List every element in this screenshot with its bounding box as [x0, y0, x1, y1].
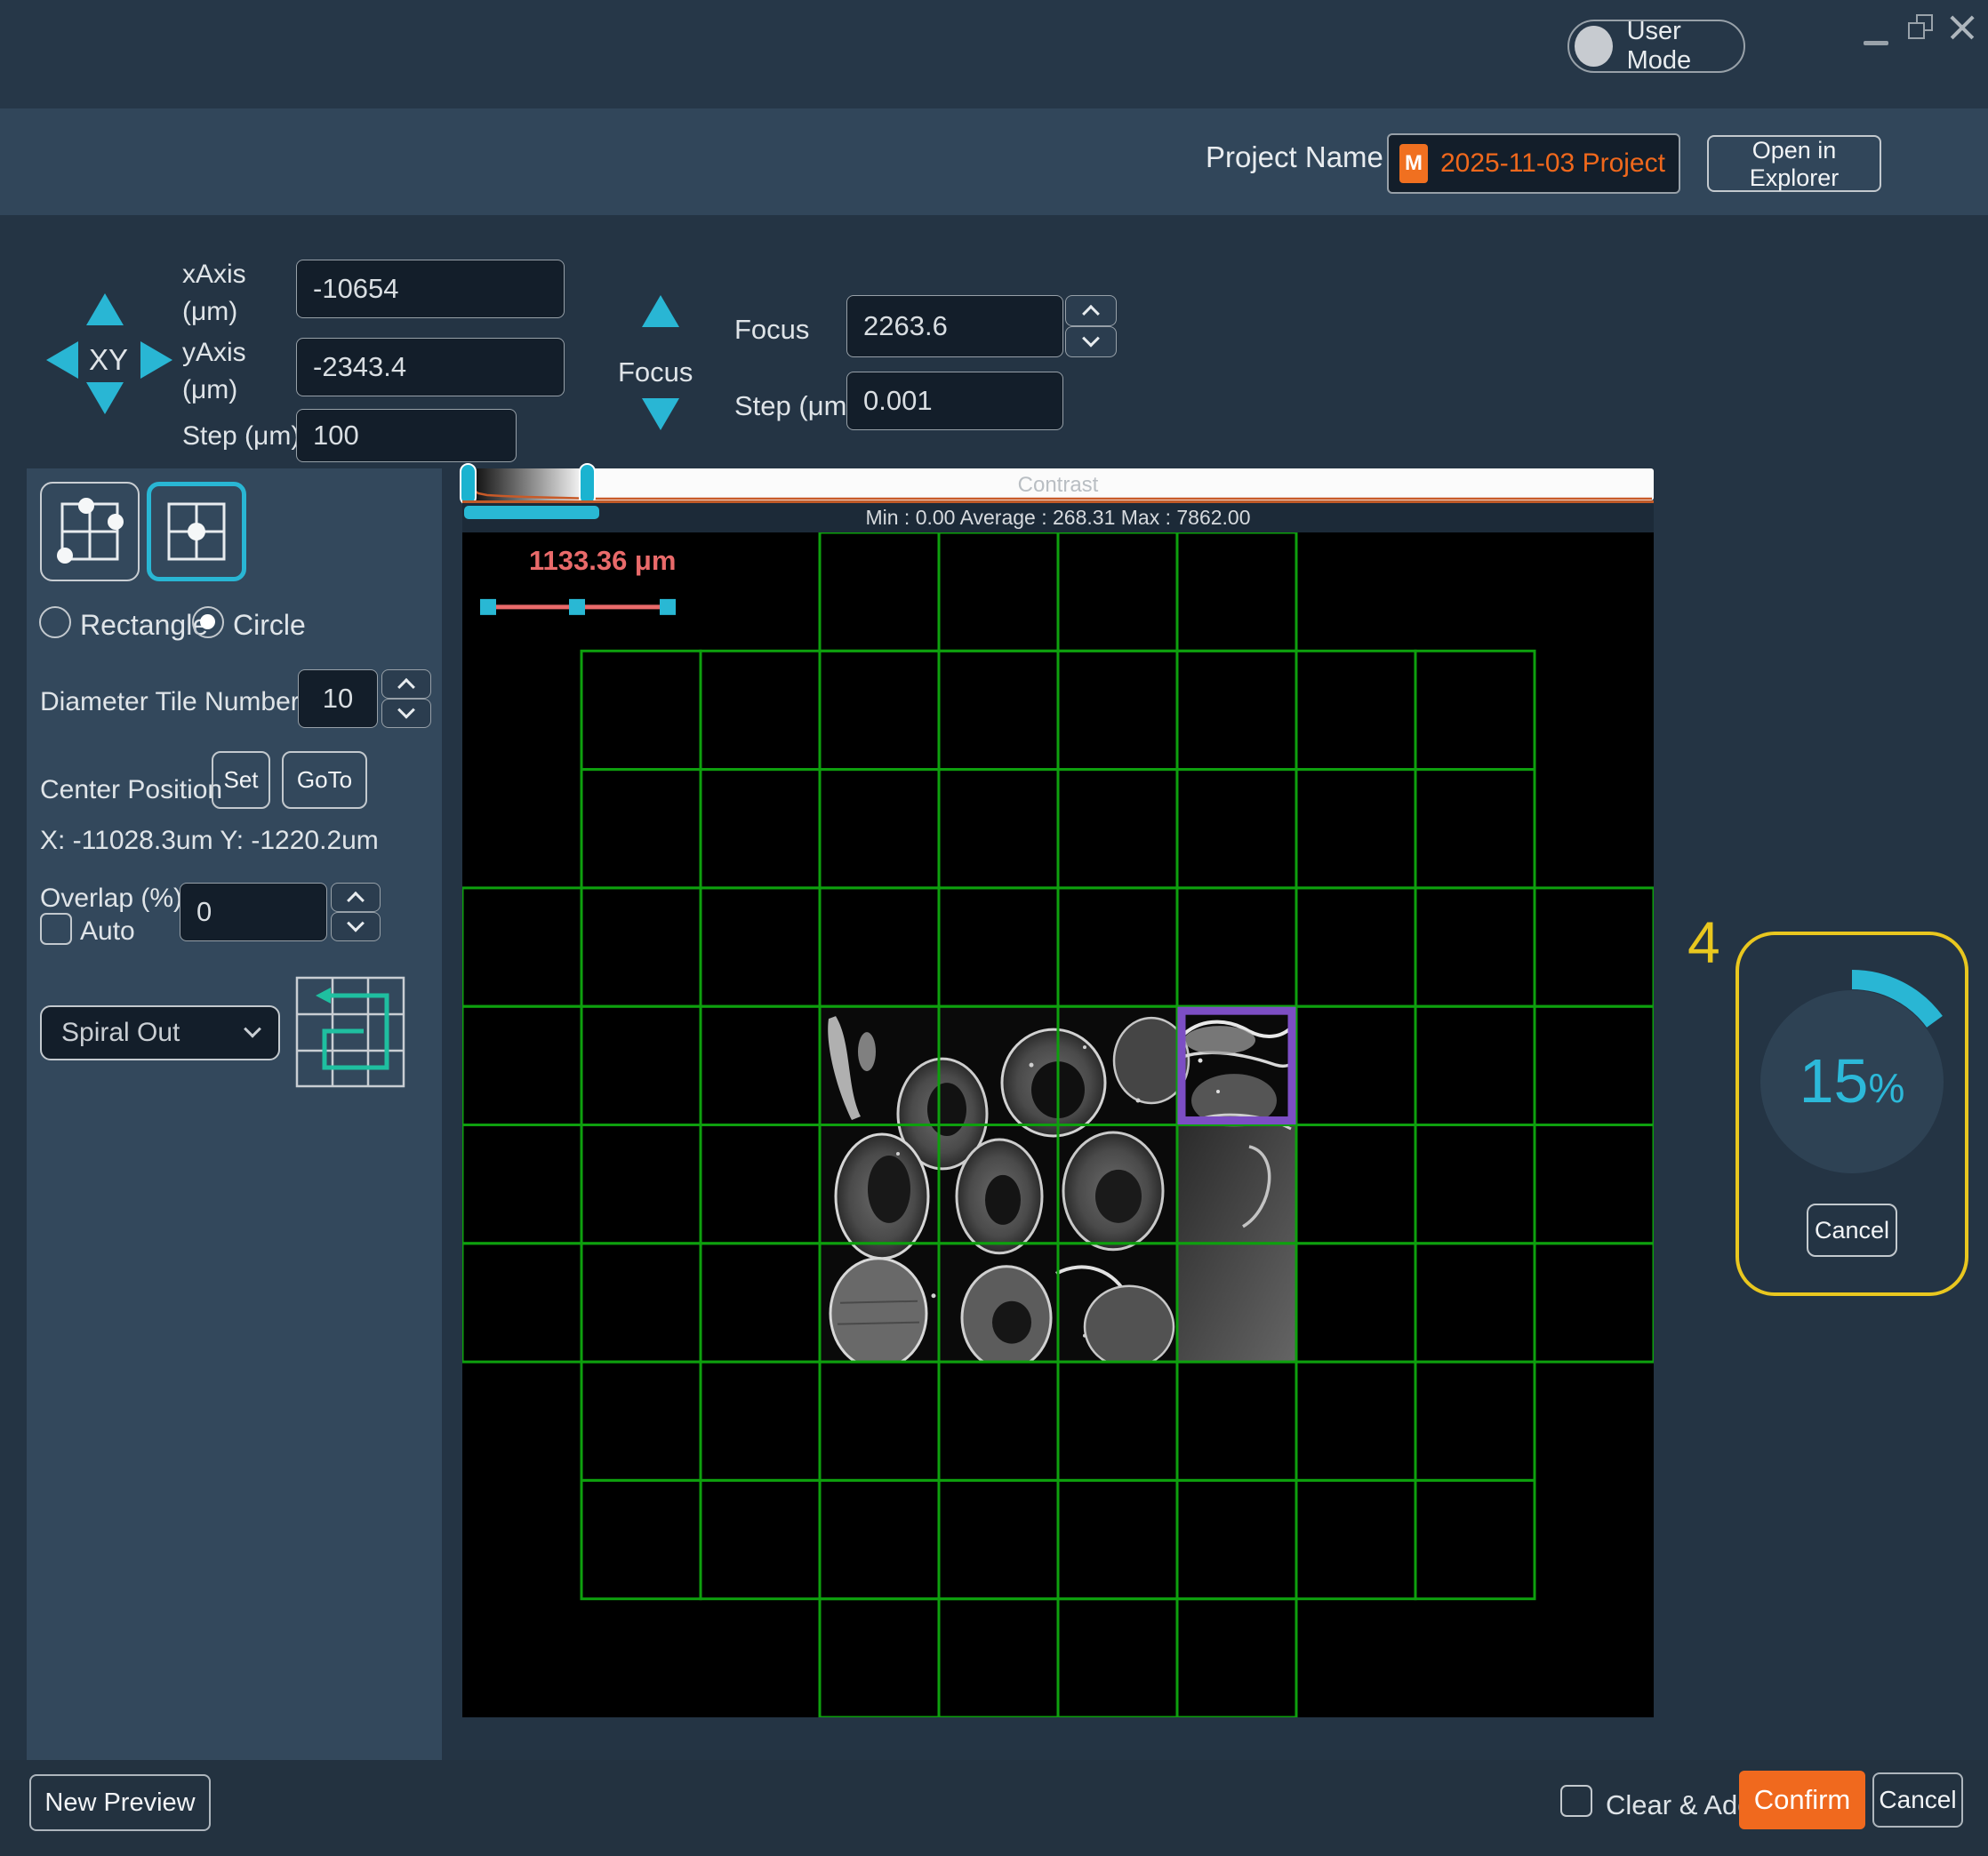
- contrast-min-handle[interactable]: [461, 464, 476, 505]
- chevron-down-icon: [347, 914, 365, 932]
- auto-overlap-checkbox[interactable]: [40, 913, 72, 945]
- chevron-up-icon: [397, 677, 415, 695]
- clear-add-label[interactable]: Clear & Add: [1606, 1787, 1752, 1824]
- center-position-label: Center Position: [40, 772, 222, 809]
- diameter-spin-up-button[interactable]: [381, 669, 431, 699]
- rectangle-radio[interactable]: [39, 606, 71, 638]
- scale-bar-label: 1133.36 μm: [529, 545, 676, 576]
- progress-percent: 15%: [1735, 1045, 1968, 1116]
- chevron-up-icon: [1082, 304, 1100, 322]
- xy-left-arrow[interactable]: [46, 341, 78, 379]
- progress-cancel-button[interactable]: Cancel: [1807, 1204, 1897, 1257]
- app-window: User Mode Project Name M 2025-11-03 Proj…: [0, 0, 1988, 1856]
- scan-order-dropdown[interactable]: Spiral Out: [40, 1005, 280, 1060]
- focus-spin-up-button[interactable]: [1065, 295, 1117, 326]
- contrast-max-handle[interactable]: [580, 464, 595, 505]
- xy-up-arrow[interactable]: [86, 293, 124, 325]
- focus-step-label: Step (μm): [734, 388, 856, 425]
- scan-progress-bar: [464, 506, 599, 519]
- clear-add-checkbox[interactable]: [1560, 1785, 1592, 1817]
- chevron-down-icon: [244, 1020, 261, 1038]
- focus-down-arrow[interactable]: [642, 398, 679, 430]
- grid-center-point-icon: [162, 497, 231, 566]
- diameter-spinner: [381, 669, 431, 728]
- project-name-label: Project Name: [1206, 140, 1383, 174]
- user-mode-toggle[interactable]: User Mode: [1567, 20, 1745, 73]
- chevron-down-icon: [1082, 329, 1100, 347]
- minimize-icon[interactable]: [1864, 41, 1888, 45]
- overlap-spin-down-button[interactable]: [331, 912, 381, 941]
- diameter-tile-number-input[interactable]: [298, 669, 378, 728]
- focus-spin-down-button[interactable]: [1065, 326, 1117, 357]
- image-stats-bar: Min : 0.00 Average : 268.31 Max : 7862.0…: [462, 500, 1654, 532]
- overlap-label: Overlap (%): [40, 880, 182, 917]
- open-in-explorer-button[interactable]: Open in Explorer: [1707, 135, 1881, 192]
- footer-bar: New Preview Clear & Add Confirm Cancel: [0, 1760, 1988, 1856]
- auto-overlap-label[interactable]: Auto: [80, 913, 135, 950]
- grid-corner-points-icon: [55, 497, 124, 566]
- focus-up-arrow[interactable]: [642, 295, 679, 327]
- scale-bar-mid-handle[interactable]: [569, 599, 585, 615]
- xaxis-input[interactable]: [296, 260, 565, 318]
- new-preview-button[interactable]: New Preview: [29, 1774, 211, 1831]
- xaxis-label: xAxis(μm): [182, 256, 246, 331]
- overlap-spinner: [331, 883, 381, 941]
- yaxis-input[interactable]: [296, 338, 565, 396]
- titlebar: User Mode: [0, 0, 1988, 108]
- overlap-spin-up-button[interactable]: [331, 883, 381, 912]
- contrast-bar: Contrast: [462, 463, 1654, 506]
- user-mode-label: User Mode: [1627, 17, 1744, 76]
- circle-radio-label[interactable]: Circle: [233, 606, 306, 644]
- contrast-window: [466, 468, 587, 500]
- xy-down-arrow[interactable]: [86, 382, 124, 414]
- xy-label: XY: [89, 341, 128, 379]
- circle-radio[interactable]: [192, 606, 224, 638]
- tile-settings-panel: Rectangle Circle Diameter Tile Number : …: [27, 468, 442, 1760]
- focus-group-label: Focus: [618, 354, 693, 391]
- goto-button[interactable]: GoTo: [282, 751, 367, 809]
- scale-bar-left-handle[interactable]: [480, 599, 496, 615]
- project-name-value: 2025-11-03 Project: [1440, 148, 1665, 179]
- focus-spinner: [1065, 295, 1117, 357]
- tile-preview-canvas[interactable]: 1133.36 μm: [462, 532, 1654, 1717]
- project-badge-icon: M: [1399, 144, 1428, 183]
- image-stats-text: Min : 0.00 Average : 268.31 Max : 7862.0…: [865, 506, 1250, 529]
- focus-input[interactable]: [846, 295, 1063, 357]
- center-position-readout: X: -11028.3um Y: -1220.2um: [40, 822, 379, 860]
- restore-window-icon[interactable]: [1908, 14, 1936, 43]
- contrast-label: Contrast: [1018, 473, 1099, 497]
- project-name-field[interactable]: M 2025-11-03 Project: [1387, 133, 1680, 194]
- scale-bar-right-handle[interactable]: [660, 599, 676, 615]
- diameter-tile-number-label: Diameter Tile Number :: [40, 684, 314, 721]
- chevron-up-icon: [347, 891, 365, 908]
- cancel-button[interactable]: Cancel: [1872, 1772, 1963, 1828]
- set-button[interactable]: Set: [212, 751, 270, 809]
- tile-corner-points-mode-button[interactable]: [40, 482, 140, 581]
- xy-right-arrow[interactable]: [140, 341, 172, 379]
- toggle-knob-icon: [1575, 26, 1613, 67]
- overlap-input[interactable]: [180, 883, 327, 941]
- focus-label: Focus: [734, 311, 809, 348]
- yaxis-label: yAxis(μm): [182, 334, 246, 409]
- header-band: Project Name M 2025-11-03 Project Open i…: [0, 108, 1988, 215]
- step-annotation-number: 4: [1687, 908, 1720, 976]
- rectangle-radio-label[interactable]: Rectangle: [80, 606, 208, 644]
- tile-center-point-mode-button[interactable]: [147, 482, 246, 581]
- diameter-spin-down-button[interactable]: [381, 699, 431, 728]
- close-icon[interactable]: [1947, 12, 1977, 43]
- xy-step-label: Step (μm): [182, 418, 300, 455]
- confirm-button[interactable]: Confirm: [1739, 1771, 1865, 1829]
- spiral-out-icon: [295, 976, 405, 1088]
- xy-step-input[interactable]: [296, 409, 517, 462]
- focus-step-input[interactable]: [846, 372, 1063, 430]
- chevron-down-icon: [397, 700, 415, 718]
- scan-order-value: Spiral Out: [61, 1018, 180, 1048]
